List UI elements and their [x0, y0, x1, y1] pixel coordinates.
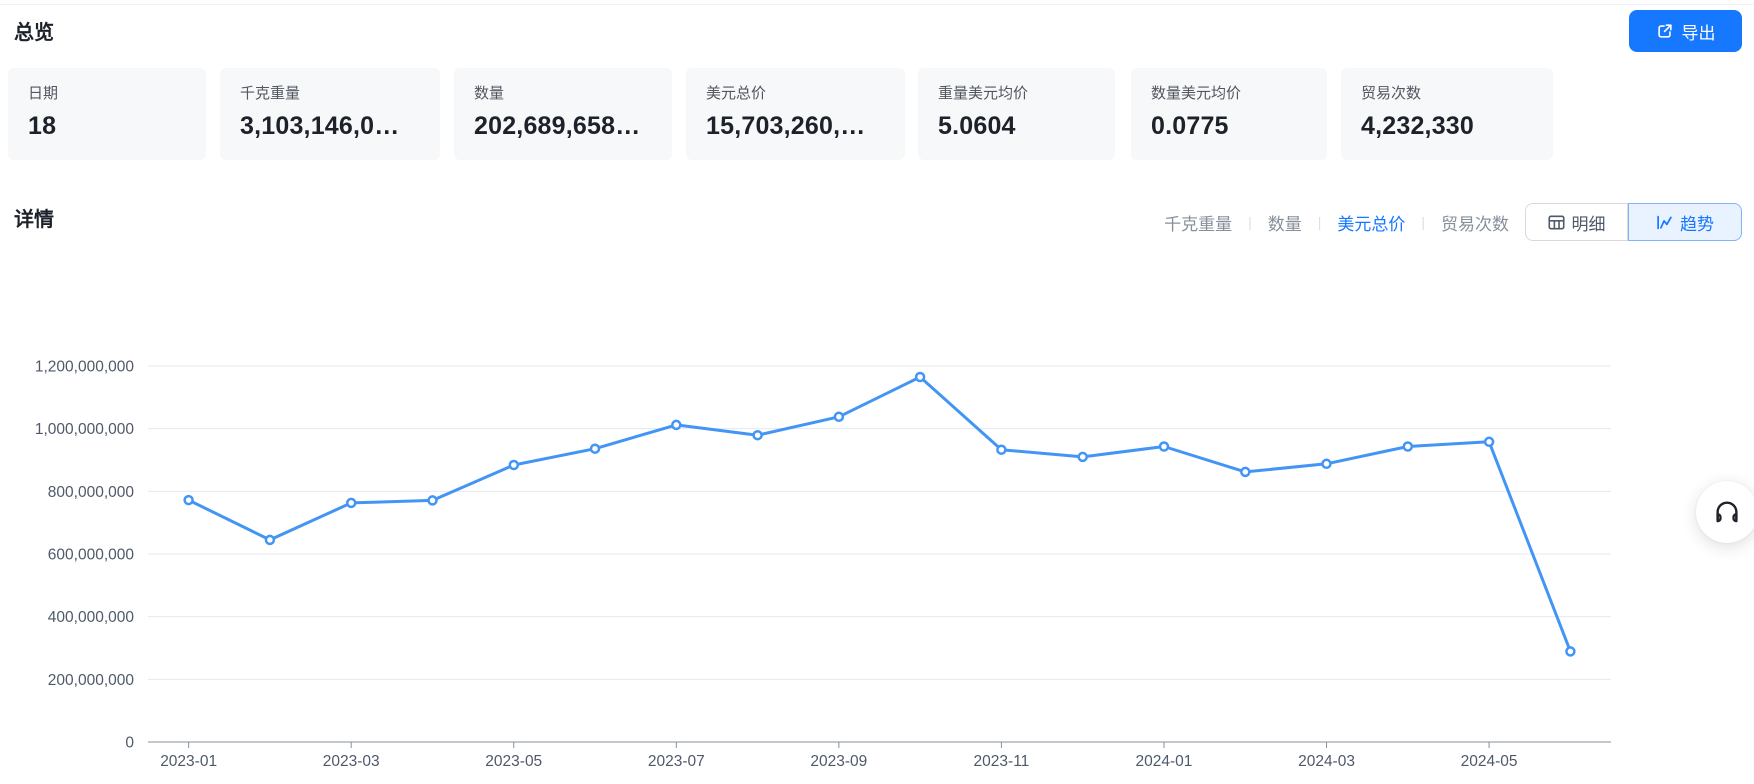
x-axis-label: 2023-01	[160, 753, 217, 770]
export-button-label: 导出	[1681, 23, 1716, 43]
data-point[interactable]	[1402, 441, 1414, 452]
details-title: 详情	[14, 209, 54, 231]
stat-card-quantity: 数量 202,689,658…	[454, 68, 672, 160]
data-point[interactable]	[1240, 466, 1251, 478]
table-icon	[1547, 214, 1565, 231]
data-point[interactable]	[833, 411, 845, 423]
tab-separator: |	[1421, 214, 1425, 230]
x-axis-label: 2023-05	[485, 753, 542, 770]
export-icon	[1656, 22, 1674, 40]
data-point[interactable]	[1483, 436, 1495, 448]
data-point[interactable]	[671, 419, 682, 431]
stat-label: 数量	[474, 85, 505, 102]
data-point[interactable]	[264, 534, 276, 546]
data-point[interactable]	[1565, 646, 1576, 657]
stat-card-trade-count: 贸易次数 4,232,330	[1341, 68, 1553, 160]
data-point[interactable]	[345, 497, 357, 509]
x-axis-label: 2023-09	[810, 753, 867, 770]
dashboard-page: 总览 导出 日期 18 千克重量 3,103,146,0… 数量 202,689…	[0, 0, 1754, 784]
data-point[interactable]	[183, 494, 194, 506]
y-axis-label: 1,200,000,000	[35, 359, 135, 376]
data-point[interactable]	[427, 495, 438, 506]
y-axis-label: 0	[125, 735, 134, 752]
stat-value: 3,103,146,0…	[240, 112, 400, 140]
view-toggle: 明细 趋势	[1525, 203, 1742, 241]
headset-icon	[1712, 497, 1742, 527]
stat-card-usd-total: 美元总价 15,703,260,…	[686, 68, 905, 160]
stat-value: 5.0604	[938, 112, 1016, 140]
stat-value: 15,703,260,…	[706, 112, 866, 140]
data-point[interactable]	[996, 444, 1007, 455]
stat-label: 千克重量	[240, 85, 301, 102]
page-title: 总览	[14, 22, 54, 44]
detail-view-label: 明细	[1571, 214, 1606, 234]
x-axis-label: 2024-05	[1461, 753, 1518, 770]
x-axis-label: 2024-01	[1136, 753, 1193, 770]
data-point[interactable]	[1158, 441, 1170, 452]
trend-view-label: 趋势	[1680, 214, 1714, 234]
export-button[interactable]: 导出	[1629, 10, 1742, 52]
stat-card-kg-weight: 千克重量 3,103,146,0…	[220, 68, 440, 160]
x-axis-label: 2023-11	[974, 753, 1030, 770]
stat-value: 4,232,330	[1361, 112, 1475, 140]
metric-tab-usd-total[interactable]: 美元总价	[1337, 210, 1405, 235]
x-axis-label: 2024-03	[1298, 753, 1355, 770]
data-point[interactable]	[1321, 458, 1332, 470]
top-divider	[0, 4, 1754, 5]
tab-separator: |	[1248, 214, 1252, 230]
trend-view-button[interactable]: 趋势	[1628, 203, 1742, 241]
data-point[interactable]	[1077, 451, 1088, 463]
metric-tab-quantity[interactable]: 数量	[1268, 210, 1302, 235]
trend-chart[interactable]: 0 200,000,000 400,000,000 600,000,000 800,00…	[0, 260, 1754, 784]
trend-icon	[1656, 214, 1673, 231]
metric-tab-trade-count[interactable]: 贸易次数	[1441, 210, 1509, 235]
x-axis-label: 2023-03	[323, 753, 380, 770]
stat-label: 美元总价	[706, 85, 767, 102]
stat-label: 贸易次数	[1361, 85, 1422, 102]
stat-card-usd-avg-by-quantity: 数量美元均价 0.0775	[1131, 68, 1327, 160]
headset-button[interactable]	[1696, 481, 1754, 543]
detail-view-button[interactable]: 明细	[1525, 203, 1628, 241]
y-axis-label: 600,000,000	[48, 547, 135, 564]
y-axis-label: 1,000,000,000	[35, 421, 135, 438]
data-point[interactable]	[914, 371, 926, 383]
stat-value: 0.0775	[1151, 112, 1229, 140]
stat-card-usd-avg-by-weight: 重量美元均价 5.0604	[918, 68, 1115, 160]
metric-tab-kg-weight[interactable]: 千克重量	[1164, 210, 1232, 235]
stat-value: 202,689,658…	[474, 112, 641, 140]
stat-label: 重量美元均价	[938, 85, 1029, 102]
stat-value: 18	[28, 112, 57, 140]
data-point[interactable]	[589, 443, 601, 454]
data-point[interactable]	[508, 459, 520, 471]
y-axis-label: 800,000,000	[48, 484, 135, 501]
metric-tabs: 千克重量 | 数量 | 美元总价 | 贸易次数	[1164, 203, 1509, 241]
x-axis-label: 2023-07	[648, 753, 705, 770]
tab-separator: |	[1317, 214, 1322, 230]
stat-label: 日期	[28, 85, 59, 102]
y-axis-label: 400,000,000	[48, 609, 135, 626]
y-axis-label: 200,000,000	[48, 672, 135, 689]
stat-label: 数量美元均价	[1151, 85, 1242, 102]
stat-card-date: 日期 18	[8, 68, 206, 160]
series-line	[187, 375, 1572, 653]
data-point[interactable]	[752, 429, 763, 441]
line-chart-canvas[interactable]: 0 200,000,000 400,000,000 600,000,000 800,00…	[0, 260, 1754, 784]
